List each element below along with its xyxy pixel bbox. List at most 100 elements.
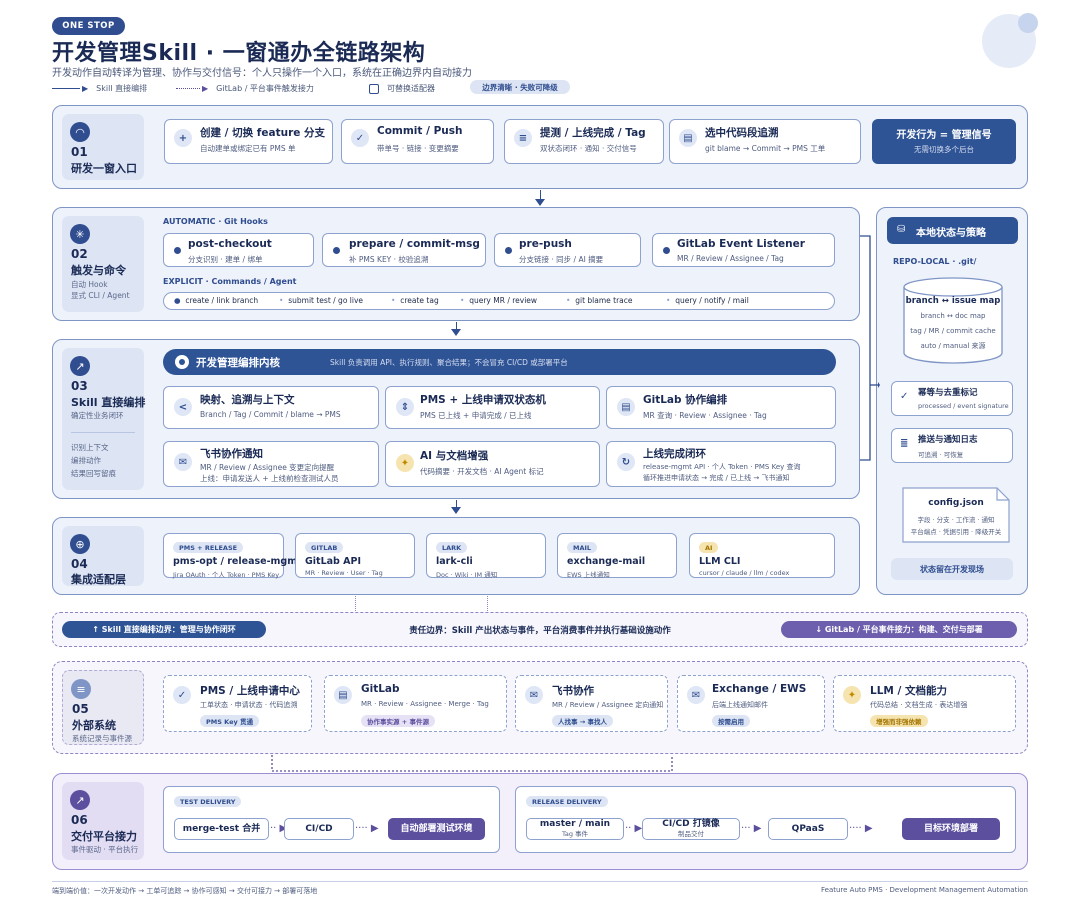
kernel-card-mapping[interactable]: < 映射、追溯与上下文 Branch / Tag / Commit / blam… xyxy=(163,386,379,429)
dotted-arrow: ··· ▶ xyxy=(741,823,762,834)
list-icon: ≣ xyxy=(900,438,909,449)
mail-icon: ✉ xyxy=(687,686,705,704)
dotted-arrow: ···· ▶ xyxy=(849,823,873,834)
footer-divider xyxy=(52,881,1028,882)
plus-icon: + xyxy=(174,129,192,147)
kernel-card-lark[interactable]: ✉ 飞书协作通知 MR / Review / Assignee 变更定向提醒 上… xyxy=(163,441,379,487)
external-llm[interactable]: ✦ LLM / 文档能力 代码总结 · 文档生成 · 表达增强 增强而非强依赖 xyxy=(833,675,1016,732)
section-06-label: ↗ 06 交付平台接力 事件驱动 · 平台执行 xyxy=(62,782,144,860)
boundary-right-pill: ↓ GitLab / 平台事件接力：构建、交付与部署 xyxy=(781,621,1017,638)
mail-icon: ✉ xyxy=(174,453,192,471)
sparkle-icon: ✦ xyxy=(396,454,414,472)
hook-pre-push[interactable]: pre-push 分支链接 · 同步 / AI 摘要 xyxy=(494,233,641,267)
refresh-icon: ↻ xyxy=(617,453,635,471)
flow-merge-test[interactable]: merge-test 合并 xyxy=(174,818,269,840)
entry-card-trace[interactable]: ▤ 选中代码段追溯 git blame → Commit → PMS 工单 xyxy=(669,119,861,164)
external-exchange[interactable]: ✉ Exchange / EWS 后端上线通知邮件 按需启用 xyxy=(677,675,825,732)
flow-deploy-test-env[interactable]: 自动部署测试环境 xyxy=(388,818,485,840)
flow-qpaas[interactable]: QPaaS xyxy=(768,818,848,840)
share-icon: < xyxy=(174,398,192,416)
boundary-center-text: 责任边界：Skill 产出状态与事件，平台消费事件并执行基础设施动作 xyxy=(409,626,671,636)
adapter-pms[interactable]: PMS + RELEASE pms-opt / release-mgmt Jir… xyxy=(163,533,302,579)
trend-icon: ↗ xyxy=(70,790,90,810)
legend-dotted: ▶ GitLab / 平台事件触发接力 xyxy=(176,83,314,94)
entry-card-release[interactable]: ≡ 提测 / 上线完成 / Tag 双状态闭环 · 通知 · 交付信号 xyxy=(504,119,664,164)
hook-commit-msg[interactable]: prepare / commit-msg 补 PMS KEY · 校验追溯 xyxy=(322,233,486,267)
dotted-connector xyxy=(355,596,356,611)
adapter-gitlab[interactable]: GITLAB GitLab API MR · Review · User · T… xyxy=(295,533,415,578)
mail-icon: ✉ xyxy=(525,686,543,704)
commands-bar: ● create / link branch • submit test / g… xyxy=(163,292,835,310)
highlight-card: 开发行为 = 管理信号 无需切换多个后台 xyxy=(872,119,1016,164)
kernel-card-ai[interactable]: ✦ AI 与文档增强 代码摘要 · 开发文档 · AI Agent 标记 xyxy=(385,441,600,487)
flow-target-deploy[interactable]: 目标环境部署 xyxy=(902,818,1000,840)
check-icon: ✓ xyxy=(173,686,191,704)
arrowhead xyxy=(451,329,461,336)
section-03-label: ↗ 03 Skill 直接编排 确定性业务闭环 识别上下文 编排动作 结果回写留… xyxy=(62,348,145,490)
side-connectors xyxy=(860,235,880,461)
list-icon: ≡ xyxy=(514,129,532,147)
boundary-left-pill: ↑ Skill 直接编排边界：管理与协作闭环 xyxy=(62,621,266,638)
command-submit-test[interactable]: • submit test / go live xyxy=(279,296,363,305)
section-02-label: ✳ 02 触发与命令 自动 Hook 显式 CLI / Agent xyxy=(62,216,144,312)
legend-solid: ▶ Skill 直接编排 xyxy=(52,83,147,94)
local-db-cylinder: branch ↔ issue map branch ↔ doc map tag … xyxy=(903,277,1003,365)
side-panel-header: ⛁ 本地状态与策略 xyxy=(887,217,1018,244)
grid-icon: ⊕ xyxy=(70,534,90,554)
footer-left: 端到端价值：一次开发动作 → 工单可追踪 → 协作可感知 → 交付可接力 → 部… xyxy=(52,887,318,895)
arrowhead xyxy=(535,199,545,206)
flow-cicd-image[interactable]: CI/CD 打镜像 制品交付 xyxy=(642,818,740,840)
sparkle-icon: ✦ xyxy=(843,686,861,704)
adapter-lark[interactable]: LARK lark-cli Doc · Wiki · IM 通知 xyxy=(426,533,546,579)
adapter-mail[interactable]: MAIL exchange-mail EWS 上线通知 xyxy=(557,533,677,579)
flow-master-main[interactable]: master / main Tag 事件 xyxy=(526,818,624,840)
external-gitlab[interactable]: ▤ GitLab MR · Review · Assignee · Merge … xyxy=(324,675,507,732)
local-state-pill: 状态留在开发现场 xyxy=(891,558,1013,580)
hook-gitlab-listener[interactable]: GitLab Event Listener MR / Review / Assi… xyxy=(652,233,835,267)
entry-card-commit[interactable]: ✓ Commit / Push 带单号 · 链接 · 变更摘要 xyxy=(341,119,494,164)
decor-circle-small xyxy=(1018,13,1038,33)
kernel-card-golive[interactable]: ↻ 上线完成闭环 release-mgmt API · 个人 Token · P… xyxy=(606,441,836,487)
document-icon: ▤ xyxy=(334,686,352,704)
command-query-notify[interactable]: • query / notify / mail xyxy=(666,296,749,305)
test-delivery-label: TEST DELIVERY xyxy=(174,796,242,807)
repo-local-label: REPO-LOCAL · .git/ xyxy=(893,257,977,266)
legend-boundary-pill: 边界清晰 · 失败可降级 xyxy=(470,80,570,94)
check-icon: ✓ xyxy=(351,129,369,147)
dotted-arrow: ·· ▶ xyxy=(625,823,643,834)
external-pms[interactable]: ✓ PMS / 上线申请中心 工单状态 · 申请状态 · 代码追溯 PMS Ke… xyxy=(163,675,312,732)
section-05-label: ≡ 05 外部系统 系统记录与事件源 xyxy=(62,670,144,745)
kernel-banner: 开发管理编排内核 Skill 负责调用 API、执行规则、聚合结果；不会冒充 C… xyxy=(163,349,836,375)
explicit-label: EXPLICIT · Commands / Agent xyxy=(163,277,297,286)
one-stop-badge: ONE STOP xyxy=(52,17,125,35)
entry-card-branch[interactable]: + 创建 / 切换 feature 分支 自动建单或绑定已有 PMS 单 xyxy=(164,119,333,164)
command-create-branch[interactable]: ● create / link branch xyxy=(174,296,258,305)
command-create-tag[interactable]: • create tag xyxy=(391,296,439,305)
dashboard-icon: ◠ xyxy=(70,122,90,142)
sync-icon: ⇕ xyxy=(396,398,414,416)
arrowhead xyxy=(451,507,461,514)
dotted-connector xyxy=(487,596,488,611)
hook-post-checkout[interactable]: post-checkout 分支识别 · 建单 / 绑单 xyxy=(163,233,314,267)
page-subtitle: 开发动作自动转译为管理、协作与交付信号：个人只操作一个入口，系统在正确边界内自动… xyxy=(52,68,472,79)
kernel-card-gitlab[interactable]: ▤ GitLab 协作编排 MR 查询 · Review · Assignee … xyxy=(606,386,836,429)
external-lark[interactable]: ✉ 飞书协作 MR / Review / Assignee 定向通知 人找事 →… xyxy=(515,675,668,732)
adapter-llm[interactable]: AI LLM CLI cursor / claude / llm / codex xyxy=(689,533,835,578)
dotted-connector-05-06 xyxy=(271,755,673,772)
flow-cicd-test[interactable]: CI/CD xyxy=(284,818,354,840)
config-file[interactable]: config.json 字段 · 分支 · 工作流 · 通知 平台端点 · 凭据… xyxy=(902,487,1010,543)
idempotency-card[interactable]: ✓ 幂等与去重标记 processed / event signature xyxy=(891,381,1013,416)
kernel-card-state-machine[interactable]: ⇕ PMS + 上线申请双状态机 PMS 已上线 + 申请完成 / 已上线 xyxy=(385,386,600,429)
document-icon: ▤ xyxy=(617,398,635,416)
push-log-card[interactable]: ≣ 推送与通知日志 可追溯 · 可恢复 xyxy=(891,428,1013,463)
command-query-mr[interactable]: • query MR / review xyxy=(460,296,537,305)
check-icon: ✓ xyxy=(900,391,909,402)
legend-checkbox: 可替换适配器 xyxy=(369,83,435,94)
asterisk-icon: ✳ xyxy=(70,224,90,244)
section-01-label: ◠ 01 研发一窗入口 xyxy=(62,114,144,180)
document-icon: ▤ xyxy=(679,129,697,147)
footer-right: Feature Auto PMS · Development Managemen… xyxy=(821,886,1028,894)
command-blame-trace[interactable]: • git blame trace xyxy=(566,296,633,305)
trend-icon: ↗ xyxy=(70,356,90,376)
release-delivery-label: RELEASE DELIVERY xyxy=(526,796,608,807)
